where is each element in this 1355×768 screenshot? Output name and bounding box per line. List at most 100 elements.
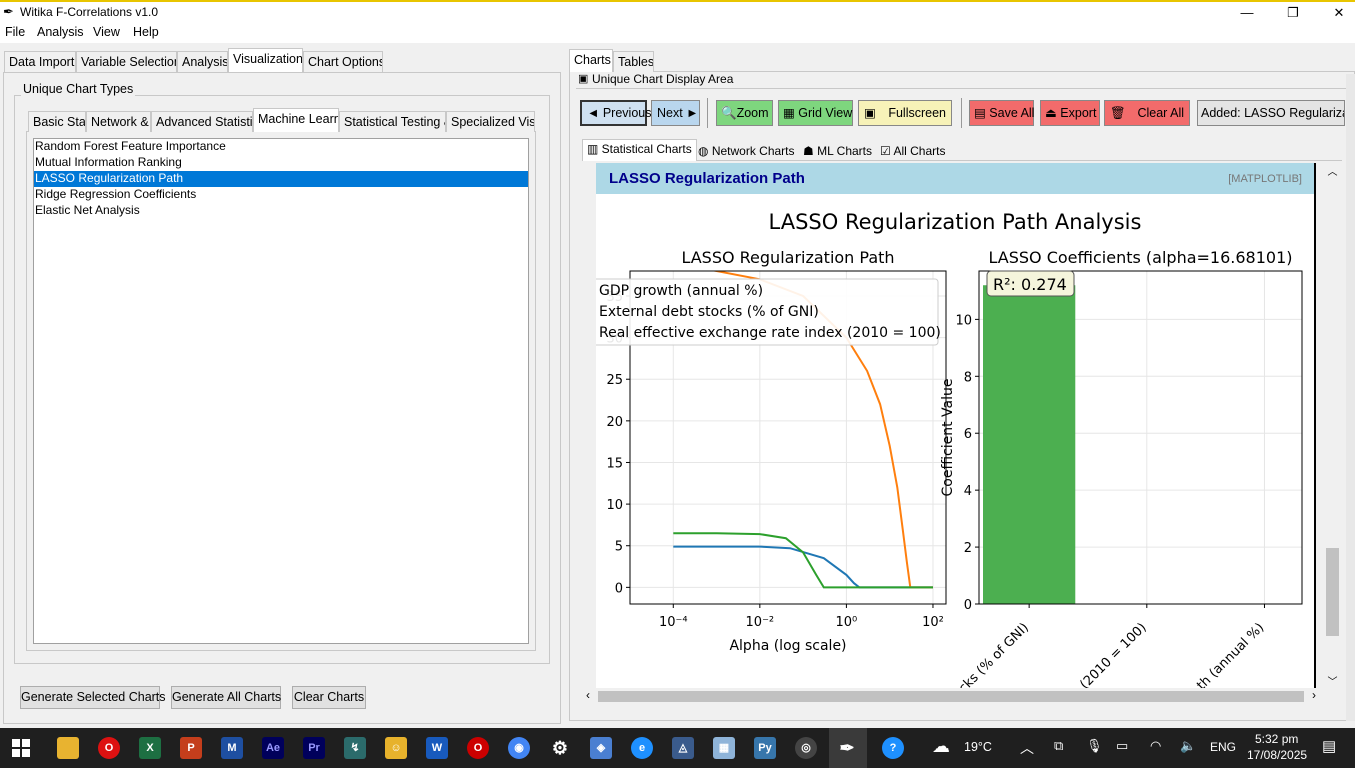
- after-effects-icon[interactable]: Ae: [262, 737, 284, 759]
- app-icon[interactable]: ↯: [344, 737, 366, 759]
- close-button[interactable]: ✕: [1316, 3, 1355, 23]
- tab-analysis[interactable]: Analysis: [177, 51, 228, 72]
- tab-network[interactable]: Network &: [86, 111, 151, 132]
- clear-charts-button[interactable]: Clear Charts: [292, 686, 366, 709]
- minimize-button[interactable]: —: [1224, 3, 1270, 23]
- menu-help[interactable]: Help: [133, 25, 159, 39]
- save-all-button[interactable]: ▤ Save All: [969, 100, 1034, 126]
- chart-listbox[interactable]: Random Forest Feature Importance Mutual …: [33, 138, 529, 644]
- grid-view-label: Grid View: [798, 106, 853, 120]
- clear-all-button[interactable]: 🗑 Clear All: [1104, 100, 1190, 126]
- tab-data-import[interactable]: Data Import: [4, 51, 76, 72]
- phone-link-icon[interactable]: ⧉: [1054, 738, 1063, 754]
- list-item-selected[interactable]: LASSO Regularization Path: [34, 171, 528, 187]
- tab-statistical-charts[interactable]: ▥ Statistical Charts: [582, 139, 697, 161]
- list-item[interactable]: Random Forest Feature Importance: [34, 139, 528, 155]
- edge-icon[interactable]: e: [631, 737, 653, 759]
- list-item[interactable]: Elastic Net Analysis: [34, 203, 528, 219]
- y-tick-label: 15: [606, 456, 623, 471]
- tab-chart-options[interactable]: Chart Options: [303, 51, 383, 72]
- vertical-scrollbar[interactable]: ︿ ﹀: [1324, 163, 1341, 688]
- x-tick-label: 10²: [922, 615, 944, 630]
- app-icon[interactable]: ☺: [385, 737, 407, 759]
- tab-variable-selection[interactable]: Variable Selection: [76, 51, 177, 72]
- save-all-label: Save All: [989, 106, 1035, 120]
- python-icon[interactable]: Py: [754, 737, 776, 759]
- tab-specialized-visu[interactable]: Specialized Visu: [446, 111, 535, 132]
- grid-view-button[interactable]: ▦ Grid View: [778, 100, 853, 126]
- microphone-icon[interactable]: 🎙: [1086, 738, 1103, 754]
- next-button[interactable]: Next ►: [651, 100, 700, 126]
- y-tick-label: 4: [964, 484, 972, 499]
- word-icon[interactable]: W: [426, 737, 448, 759]
- zoom-button[interactable]: 🔍Zoom: [716, 100, 773, 126]
- chrome-icon[interactable]: ◉: [508, 737, 530, 759]
- tab-tables[interactable]: Tables: [613, 51, 654, 72]
- scroll-thumb[interactable]: [1326, 548, 1339, 636]
- list-item[interactable]: Mutual Information Ranking: [34, 155, 528, 171]
- scroll-left-icon[interactable]: ‹: [586, 688, 590, 702]
- scroll-right-icon[interactable]: ›: [1312, 688, 1316, 702]
- previous-button[interactable]: ◄ Previous: [580, 100, 651, 126]
- windows-start-icon[interactable]: [12, 739, 30, 757]
- robot-icon: ☗: [803, 144, 818, 158]
- app-icon[interactable]: ◬: [672, 737, 694, 759]
- tab-visualization[interactable]: Visualization: [228, 48, 303, 72]
- settings-gear-icon[interactable]: ⚙: [549, 737, 571, 759]
- obs-icon[interactable]: ◎: [795, 737, 817, 759]
- weather-temperature[interactable]: 19°C: [964, 740, 992, 754]
- list-item[interactable]: Ridge Regression Coefficients: [34, 187, 528, 203]
- bar-chart-icon: ▥: [587, 142, 602, 156]
- fullscreen-button[interactable]: ▣ Fullscreen: [858, 100, 952, 126]
- menu-analysis[interactable]: Analysis: [37, 25, 84, 39]
- wifi-icon[interactable]: ◠: [1150, 738, 1161, 754]
- tab-advanced-statistic[interactable]: Advanced Statistic: [151, 111, 253, 132]
- title-bar: ✒ Witika F-Correlations v1.0 — ❐ ✕: [0, 0, 1355, 23]
- language-indicator[interactable]: ENG: [1210, 740, 1236, 754]
- line-chart-title: LASSO Regularization Path: [681, 248, 894, 267]
- tab-basic-stat[interactable]: Basic Stat: [28, 111, 86, 132]
- tab-statistical-testing[interactable]: Statistical Testing &: [339, 111, 446, 132]
- feather-app-icon: ✒: [3, 4, 14, 19]
- opera-gx-icon[interactable]: O: [467, 737, 489, 759]
- generate-selected-charts-button[interactable]: Generate Selected Charts: [20, 686, 166, 709]
- feather-app-icon[interactable]: ✒: [836, 737, 858, 759]
- y-tick-label: 6: [964, 427, 972, 442]
- horizontal-scrollbar[interactable]: ‹ ›: [584, 688, 1324, 705]
- y-tick-label: 20: [606, 415, 623, 430]
- tab-all-charts[interactable]: ☑ All Charts: [876, 142, 949, 162]
- file-explorer-icon[interactable]: [57, 737, 79, 759]
- chevron-up-icon[interactable]: ︿: [1020, 738, 1034, 758]
- scroll-thumb[interactable]: [598, 691, 1304, 702]
- maximize-button[interactable]: ❐: [1270, 3, 1316, 23]
- tab-machine-learning[interactable]: Machine Learni: [253, 108, 339, 132]
- excel-icon[interactable]: X: [139, 737, 161, 759]
- opera-icon[interactable]: O: [98, 737, 120, 759]
- grid-icon: ▦: [783, 106, 799, 120]
- tab-network-charts[interactable]: ◍ Network Charts: [694, 142, 799, 162]
- tab-ml-charts[interactable]: ☗ ML Charts: [799, 142, 876, 162]
- chart-card-title: LASSO Regularization Path: [609, 170, 805, 187]
- help-icon[interactable]: ?: [882, 737, 904, 759]
- battery-icon[interactable]: ▭: [1116, 738, 1128, 754]
- clock-time[interactable]: 5:32 pm: [1255, 732, 1298, 746]
- x-tick-label: 10⁻²: [746, 615, 775, 630]
- generate-all-charts-button[interactable]: Generate All Charts: [171, 686, 281, 709]
- powerpoint-icon[interactable]: P: [180, 737, 202, 759]
- app-icon[interactable]: ▦: [713, 737, 735, 759]
- speaker-icon[interactable]: 🔈: [1180, 738, 1196, 754]
- menu-file[interactable]: File: [5, 25, 25, 39]
- menu-view[interactable]: View: [93, 25, 120, 39]
- display-area-title: Unique Chart Display Area: [592, 72, 734, 86]
- maxon-icon[interactable]: M: [221, 737, 243, 759]
- outer-scrollbar[interactable]: [1346, 74, 1355, 721]
- notification-icon[interactable]: ▤: [1322, 737, 1336, 755]
- tab-charts[interactable]: Charts: [569, 49, 613, 72]
- scroll-up-icon[interactable]: ︿: [1324, 163, 1341, 178]
- clock-date[interactable]: 17/08/2025: [1247, 748, 1307, 762]
- weather-cloud-icon[interactable]: ☁: [932, 736, 950, 757]
- scroll-down-icon[interactable]: ﹀: [1324, 673, 1341, 688]
- export-button[interactable]: ⏏ Export: [1040, 100, 1100, 126]
- app-icon[interactable]: ◈: [590, 737, 612, 759]
- premiere-icon[interactable]: Pr: [303, 737, 325, 759]
